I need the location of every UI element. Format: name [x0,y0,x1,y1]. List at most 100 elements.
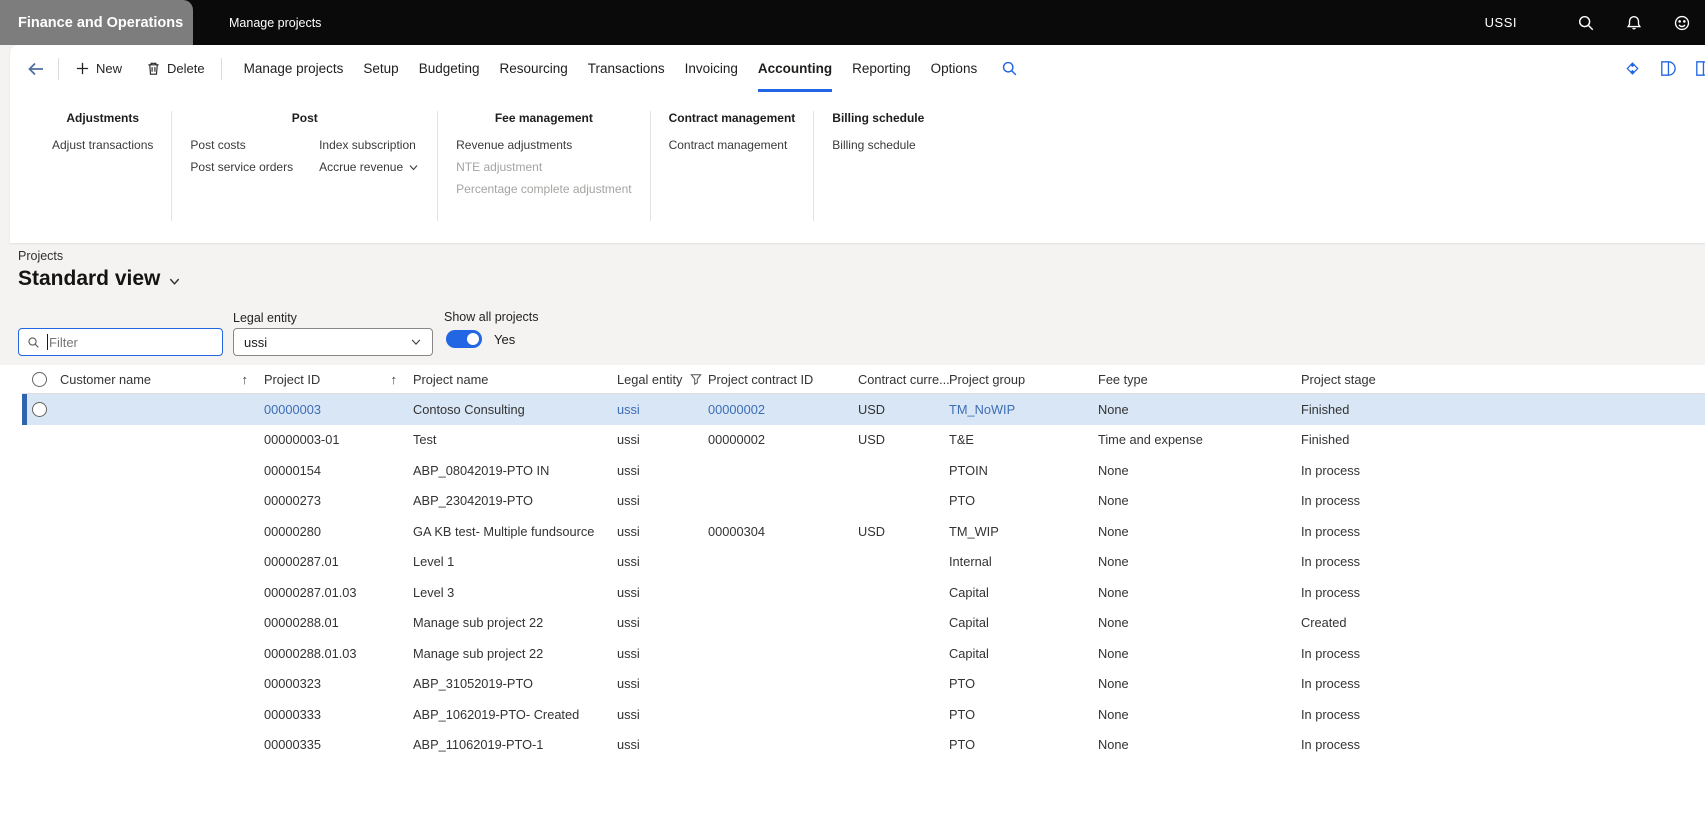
cell-project_id: 00000003 [264,402,413,417]
topbar-page-title: Manage projects [229,0,321,45]
menu-item-label: Revenue adjustments [456,134,572,156]
cell-value: USD [858,402,885,417]
tab-options[interactable]: Options [921,45,988,92]
select-all-checkbox[interactable] [32,372,47,387]
column-header-customer-name[interactable]: Customer name↑ [60,372,264,387]
tab-setup[interactable]: Setup [353,45,408,92]
table-row[interactable]: 00000288.01Manage sub project 22ussiCapi… [22,608,1705,639]
cell-stage: In process [1301,463,1705,478]
delete-button[interactable]: Delete [142,61,209,76]
menu-item-contract-management[interactable]: Contract management [669,134,788,156]
tab-invoicing[interactable]: Invoicing [675,45,748,92]
clipped-right-icon[interactable] [1693,59,1705,78]
table-row[interactable]: 00000280GA KB test- Multiple fundsourceu… [22,516,1705,547]
tab-transactions[interactable]: Transactions [578,45,675,92]
column-header-project-id[interactable]: Project ID↑ [264,372,413,387]
table-row[interactable]: 00000335ABP_11062019-PTO-1ussiPTONoneIn … [22,730,1705,761]
project_id-link[interactable]: 00000003 [264,402,321,417]
cell-project_group: Internal [949,554,1098,569]
company-selector[interactable]: USSI [1485,15,1517,30]
row-select-checkbox[interactable] [32,402,47,417]
action-pane-search-icon[interactable] [1001,60,1018,77]
legal_entity-link[interactable]: ussi [617,402,640,417]
view-selector[interactable]: Standard view [18,267,181,291]
back-arrow-icon[interactable] [26,59,46,79]
cell-value: 00000002 [708,432,765,447]
column-header-fee-type[interactable]: Fee type [1098,372,1301,387]
cell-project_group: Capital [949,646,1098,661]
cell-project_id: 00000273 [264,493,413,508]
column-header-project-contract-id[interactable]: Project contract ID [708,372,858,387]
table-row[interactable]: 00000333ABP_1062019-PTO- CreatedussiPTON… [22,699,1705,730]
dynamics-apps-icon[interactable] [1623,59,1642,78]
cell-value: Finished [1301,402,1349,417]
tab-budgeting[interactable]: Budgeting [409,45,490,92]
cell-fee_type: None [1098,737,1301,752]
cell-stage: In process [1301,524,1705,539]
menu-item-adjust-transactions[interactable]: Adjust transactions [52,134,153,156]
cell-project_id: 00000287.01 [264,554,413,569]
cell-value: ussi [617,524,640,539]
project_group-link[interactable]: TM_NoWIP [949,402,1015,417]
filter-input[interactable] [48,335,214,350]
table-row[interactable]: 00000154ABP_08042019-PTO INussiPTOINNone… [22,455,1705,486]
table-row[interactable]: 00000288.01.03Manage sub project 22ussiC… [22,638,1705,669]
column-header-label: Legal entity [617,372,682,387]
menu-item-index-subscription[interactable]: Index subscription [319,134,419,156]
cell-legal_entity: ussi [617,402,708,417]
new-button[interactable]: New [71,61,126,76]
cell-legal_entity: ussi [617,554,708,569]
notifications-bell-icon[interactable] [1625,14,1643,32]
cell-value: 00000288.01 [264,615,339,630]
contract_id-link[interactable]: 00000002 [708,402,765,417]
table-row[interactable]: 00000323ABP_31052019-PTOussiPTONoneIn pr… [22,669,1705,700]
cell-value: ussi [617,646,640,661]
feedback-smiley-icon[interactable] [1673,14,1691,32]
cell-value: None [1098,493,1129,508]
column-header-label: Customer name [60,372,151,387]
cell-project_id: 00000335 [264,737,413,752]
cell-value: T&E [949,432,974,447]
menu-item-billing-schedule[interactable]: Billing schedule [832,134,915,156]
cell-value: None [1098,737,1129,752]
tab-resourcing[interactable]: Resourcing [490,45,578,92]
cell-value: TM_WIP [949,524,999,539]
legal-entity-combobox[interactable]: ussi [233,328,433,356]
table-row[interactable]: 00000287.01.03Level 3ussiCapitalNoneIn p… [22,577,1705,608]
cell-fee_type: Time and expense [1098,432,1301,447]
search-icon[interactable] [1577,14,1595,32]
cell-stage: Created [1301,615,1705,630]
filter-input-box[interactable] [18,328,223,356]
ribbon-group-title: Post [190,111,419,125]
table-row[interactable]: 00000273ABP_23042019-PTOussiPTONoneIn pr… [22,486,1705,517]
menu-item-accrue-revenue[interactable]: Accrue revenue [319,156,419,178]
menu-item-revenue-adjustments[interactable]: Revenue adjustments [456,134,631,156]
cell-project_name: ABP_08042019-PTO IN [413,463,617,478]
cell-fee_type: None [1098,676,1301,691]
cell-value: In process [1301,737,1360,752]
menu-item-post-costs[interactable]: Post costs [190,134,293,156]
app-name-tab[interactable]: Finance and Operations [0,0,193,45]
table-row[interactable]: 00000287.01Level 1ussiInternalNoneIn pro… [22,547,1705,578]
tab-manage-projects[interactable]: Manage projects [234,45,354,92]
column-header-contract-curre[interactable]: Contract curre... [858,372,949,387]
cell-fee_type: None [1098,463,1301,478]
cell-value: 00000288.01.03 [264,646,357,661]
table-row[interactable]: 00000003-01Testussi00000002USDT&ETime an… [22,425,1705,456]
cell-currency: USD [858,402,949,417]
cell-project_id: 00000287.01.03 [264,585,413,600]
tab-accounting[interactable]: Accounting [748,45,842,92]
tab-reporting[interactable]: Reporting [842,45,921,92]
column-header-project-name[interactable]: Project name [413,372,617,387]
cell-value: Capital [949,585,989,600]
cell-project_name: Manage sub project 22 [413,615,617,630]
filter-funnel-icon[interactable] [690,373,702,385]
show-all-projects-toggle[interactable] [446,330,482,348]
office-panel-icon[interactable] [1658,59,1677,78]
menu-item-post-service-orders[interactable]: Post service orders [190,156,293,178]
menu-item-percentage-complete-adjustment: Percentage complete adjustment [456,178,631,200]
table-row[interactable]: 00000003Contoso Consultingussi00000002US… [22,394,1705,425]
column-header-legal-entity[interactable]: Legal entity [617,372,708,387]
column-header-project-stage[interactable]: Project stage [1301,372,1705,387]
column-header-project-group[interactable]: Project group [949,372,1098,387]
